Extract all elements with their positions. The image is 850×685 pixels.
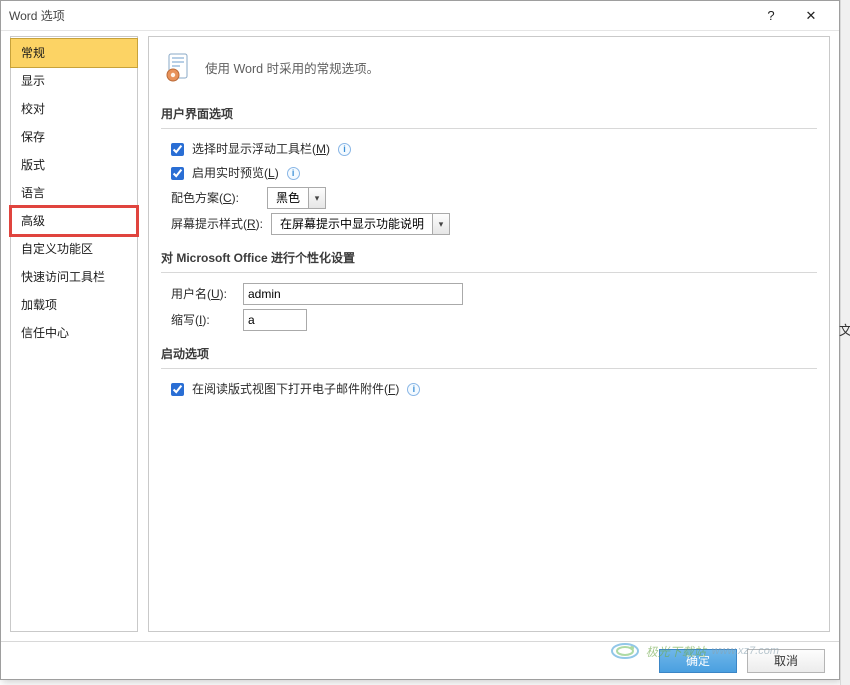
section-ui-heading: 用户界面选项 [161,101,817,129]
row-live-preview: 启用实时预览(L) i [161,161,817,185]
row-open-attachments: 在阅读版式视图下打开电子邮件附件(F) i [161,377,817,401]
dialog-body: 常规 显示 校对 保存 版式 语言 高级 自定义功能区 快速访问工具栏 加载项 … [1,31,839,641]
sidebar-item-advanced[interactable]: 高级 [11,207,137,235]
color-scheme-dropdown[interactable]: 黑色 ▾ [267,187,326,209]
section-startup: 启动选项 在阅读版式视图下打开电子邮件附件(F) i [161,341,817,401]
sidebar-item-language[interactable]: 语言 [11,179,137,207]
cancel-button[interactable]: 取消 [747,649,825,673]
username-label: 用户名(U): [171,284,235,304]
category-sidebar: 常规 显示 校对 保存 版式 语言 高级 自定义功能区 快速访问工具栏 加载项 … [10,36,138,632]
open-attachments-checkbox[interactable] [171,383,184,396]
options-icon [163,51,195,83]
row-username: 用户名(U): [161,281,817,307]
ok-button[interactable]: 确定 [659,649,737,673]
mini-toolbar-checkbox[interactable] [171,143,184,156]
row-color-scheme: 配色方案(C): 黑色 ▾ [161,185,817,211]
close-button[interactable]: ✕ [791,2,831,30]
chevron-down-icon: ▾ [432,213,450,235]
section-personalize: 对 Microsoft Office 进行个性化设置 用户名(U): 缩写(I)… [161,245,817,333]
main-panel: 使用 Word 时采用的常规选项。 用户界面选项 选择时显示浮动工具栏(M) i… [148,36,830,632]
titlebar: Word 选项 ? ✕ [1,1,839,31]
sidebar-item-general[interactable]: 常规 [10,38,138,68]
username-input[interactable] [243,283,463,305]
dialog-title: Word 选项 [9,7,751,24]
mini-toolbar-label: 选择时显示浮动工具栏(M) [192,139,330,159]
initials-label: 缩写(I): [171,310,235,330]
info-icon[interactable]: i [407,383,420,396]
help-button[interactable]: ? [751,2,791,30]
dialog-footer: 极光下载站 www.xz7.com 确定 取消 [1,641,839,679]
tooltip-style-value: 在屏幕提示中显示功能说明 [271,213,432,235]
color-scheme-label: 配色方案(C): [171,188,259,208]
section-personalize-heading: 对 Microsoft Office 进行个性化设置 [161,245,817,273]
live-preview-checkbox[interactable] [171,167,184,180]
sidebar-item-proofing[interactable]: 校对 [11,95,137,123]
tooltip-style-dropdown[interactable]: 在屏幕提示中显示功能说明 ▾ [271,213,450,235]
background-text-fragment: 文 [839,320,850,339]
row-mini-toolbar: 选择时显示浮动工具栏(M) i [161,137,817,161]
section-ui: 用户界面选项 选择时显示浮动工具栏(M) i 启用实时预览(L) i [161,101,817,237]
sidebar-item-customize-ribbon[interactable]: 自定义功能区 [11,235,137,263]
chevron-down-icon: ▾ [308,187,326,209]
sidebar-item-layout[interactable]: 版式 [11,151,137,179]
section-startup-heading: 启动选项 [161,341,817,369]
tooltip-style-label: 屏幕提示样式(R): [171,214,263,234]
sidebar-item-trust-center[interactable]: 信任中心 [11,319,137,347]
watermark-logo-icon [610,641,640,661]
sidebar-item-addins[interactable]: 加载项 [11,291,137,319]
background-window-edge: 文 [840,0,850,685]
color-scheme-value: 黑色 [267,187,308,209]
banner: 使用 Word 时采用的常规选项。 [161,47,817,93]
open-attachments-label: 在阅读版式视图下打开电子邮件附件(F) [192,379,399,399]
row-initials: 缩写(I): [161,307,817,333]
word-options-dialog: Word 选项 ? ✕ 常规 显示 校对 保存 版式 语言 高级 自定义功能区 … [0,0,840,680]
banner-text: 使用 Word 时采用的常规选项。 [205,58,379,77]
sidebar-item-quick-access[interactable]: 快速访问工具栏 [11,263,137,291]
sidebar-item-display[interactable]: 显示 [11,67,137,95]
sidebar-item-save[interactable]: 保存 [11,123,137,151]
row-tooltip-style: 屏幕提示样式(R): 在屏幕提示中显示功能说明 ▾ [161,211,817,237]
live-preview-label: 启用实时预览(L) [192,163,279,183]
info-icon[interactable]: i [287,167,300,180]
info-icon[interactable]: i [338,143,351,156]
initials-input[interactable] [243,309,307,331]
